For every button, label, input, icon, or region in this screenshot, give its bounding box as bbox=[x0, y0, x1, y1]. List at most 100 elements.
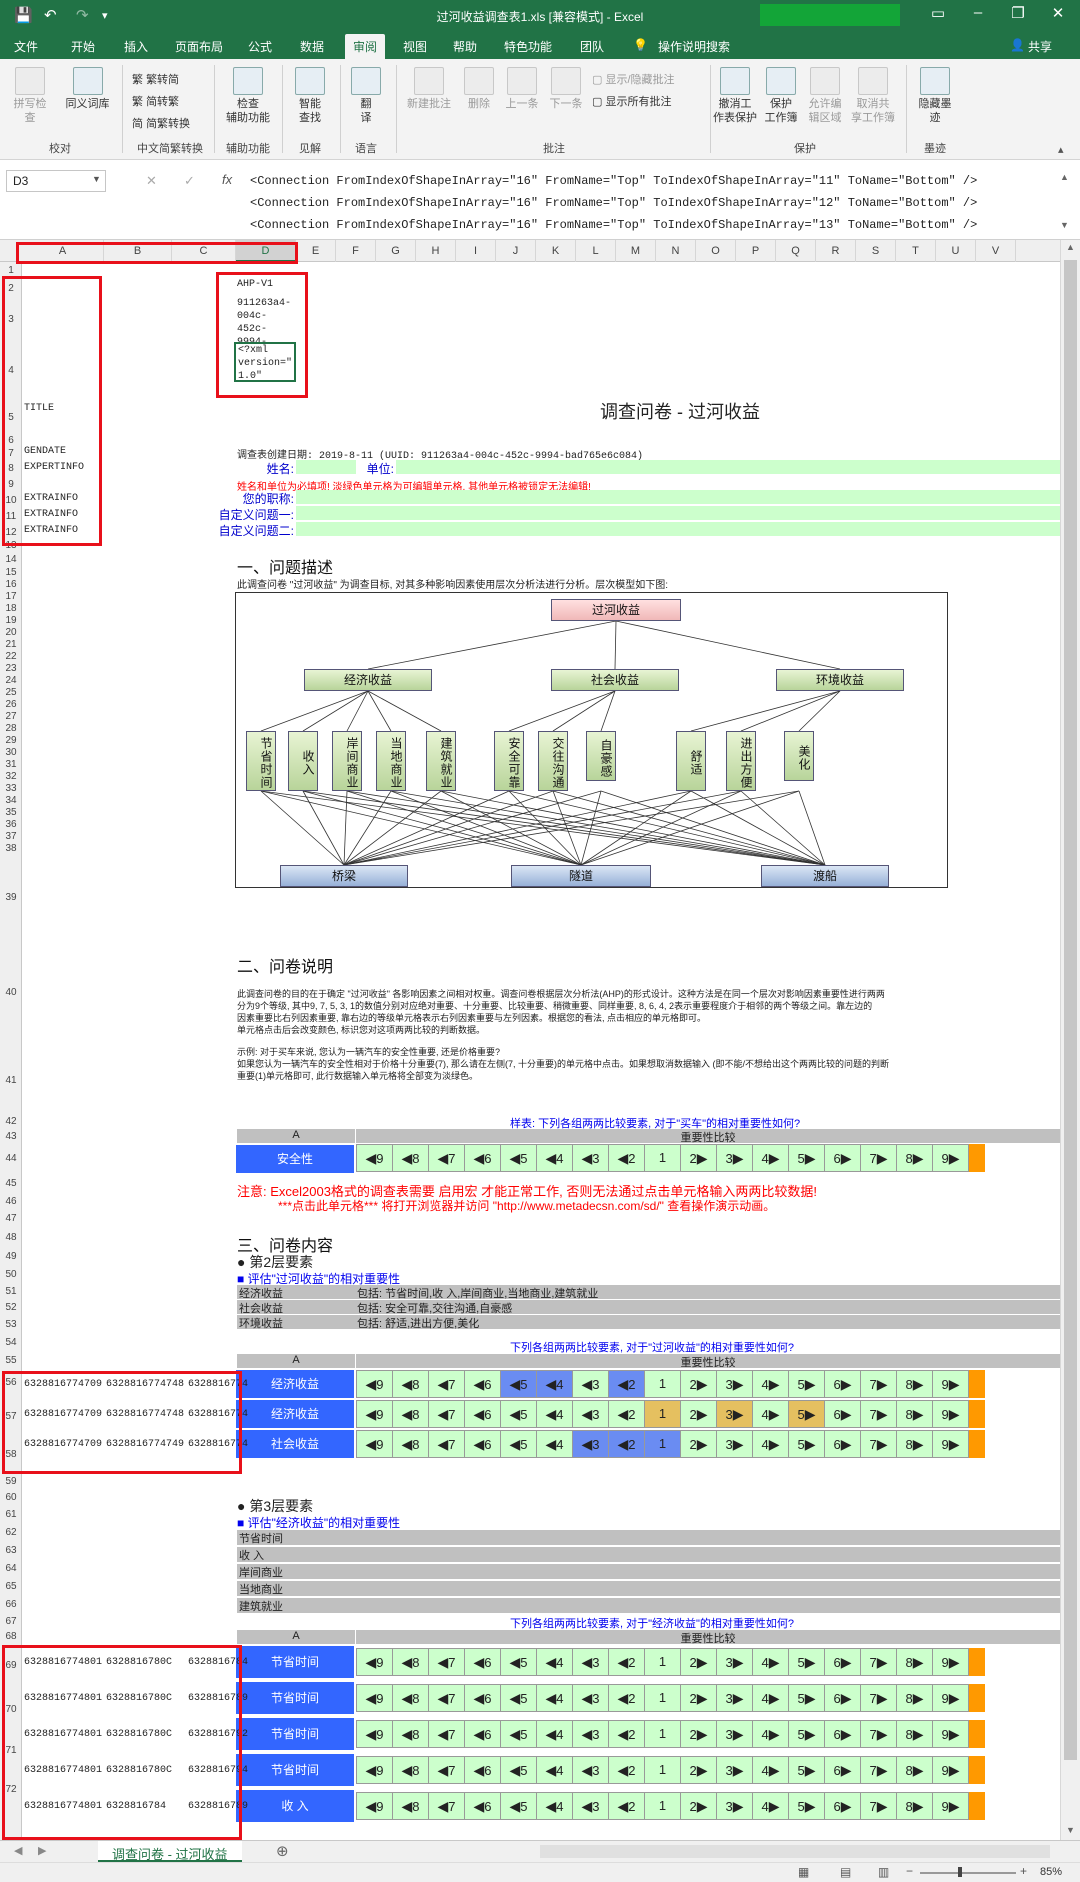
scale-cell[interactable]: ◀6 bbox=[464, 1144, 501, 1172]
column-header-i[interactable]: I bbox=[456, 240, 496, 262]
unprotect-sheet-button[interactable]: 撤消工 作表保护 bbox=[712, 67, 758, 125]
scale-cell[interactable]: 3▶ bbox=[716, 1370, 753, 1398]
scale-cell[interactable]: 5▶ bbox=[788, 1144, 825, 1172]
scale-cell[interactable]: ◀6 bbox=[464, 1756, 501, 1784]
simp-to-trad-button[interactable]: 繁 简转繁 bbox=[132, 93, 179, 109]
scale-cell[interactable]: 4▶ bbox=[752, 1792, 789, 1820]
row-header[interactable]: 41 bbox=[0, 1046, 22, 1115]
row-header[interactable]: 45 bbox=[0, 1174, 22, 1193]
scale-cell[interactable]: 3▶ bbox=[716, 1648, 753, 1676]
scale-cell[interactable]: 3▶ bbox=[716, 1720, 753, 1748]
scale-cell[interactable]: 9▶ bbox=[932, 1144, 969, 1172]
column-header-j[interactable]: J bbox=[496, 240, 536, 262]
row-header[interactable]: 53 bbox=[0, 1316, 22, 1333]
scale-cell[interactable]: ◀6 bbox=[464, 1684, 501, 1712]
scale-cell[interactable]: ◀9 bbox=[356, 1648, 393, 1676]
scale-cell[interactable]: 2▶ bbox=[680, 1400, 717, 1428]
scale-cell[interactable]: ◀2 bbox=[608, 1792, 645, 1820]
column-header-g[interactable]: G bbox=[376, 240, 416, 262]
scale-cell[interactable]: ◀8 bbox=[392, 1720, 429, 1748]
node-alt-ferry[interactable]: 渡船 bbox=[761, 865, 889, 887]
scale-cell[interactable]: 5▶ bbox=[788, 1684, 825, 1712]
node-factor[interactable]: 节省时间 bbox=[246, 731, 276, 791]
row-header[interactable]: 38 bbox=[0, 843, 22, 855]
customize-quick-access-icon[interactable]: ▾ bbox=[102, 9, 108, 22]
zoom-level[interactable]: 85% bbox=[1040, 1866, 1062, 1878]
scale-cell[interactable]: ◀4 bbox=[536, 1370, 573, 1398]
trad-to-simp-button[interactable]: 繁 繁转简 bbox=[132, 71, 179, 87]
account-badge[interactable] bbox=[760, 4, 900, 26]
scale-cell[interactable]: 1 bbox=[644, 1370, 681, 1398]
scale-cell[interactable]: ◀3 bbox=[572, 1144, 609, 1172]
scale-cell[interactable]: ◀6 bbox=[464, 1400, 501, 1428]
tab-home[interactable]: 开始 bbox=[71, 38, 95, 55]
row-header[interactable]: 55 bbox=[0, 1353, 22, 1368]
tab-special[interactable]: 特色功能 bbox=[504, 38, 552, 55]
column-header-t[interactable]: T bbox=[896, 240, 936, 262]
scale-cell[interactable]: ◀3 bbox=[572, 1648, 609, 1676]
scale-cell[interactable]: 3▶ bbox=[716, 1400, 753, 1428]
scroll-up-icon[interactable]: ▲ bbox=[1066, 242, 1075, 252]
scale-cell[interactable]: 1 bbox=[644, 1684, 681, 1712]
scale-cell[interactable]: ◀4 bbox=[536, 1400, 573, 1428]
row-header[interactable]: 67 bbox=[0, 1614, 22, 1630]
node-alt-tunnel[interactable]: 隧道 bbox=[511, 865, 651, 887]
custom1-input[interactable] bbox=[296, 506, 1060, 520]
row-header[interactable]: 29 bbox=[0, 735, 22, 747]
show-all-comments-button[interactable]: ▢ 显示所有批注 bbox=[592, 93, 671, 109]
row-header[interactable]: 52 bbox=[0, 1300, 22, 1316]
scale-cell[interactable]: 5▶ bbox=[788, 1400, 825, 1428]
scale-cell[interactable]: 9▶ bbox=[932, 1684, 969, 1712]
row-header[interactable]: 62 bbox=[0, 1524, 22, 1542]
scale-cell[interactable]: 3▶ bbox=[716, 1684, 753, 1712]
scale-cell[interactable]: ◀7 bbox=[428, 1648, 465, 1676]
scale-cell[interactable]: 8▶ bbox=[896, 1144, 933, 1172]
scale-cell[interactable]: 7▶ bbox=[860, 1684, 897, 1712]
scale-cell[interactable]: 5▶ bbox=[788, 1756, 825, 1784]
scale-cell[interactable]: ◀8 bbox=[392, 1684, 429, 1712]
unshare-workbook-button[interactable]: 取消共 享工作簿 bbox=[848, 67, 898, 125]
normal-view-icon[interactable]: ▦ bbox=[798, 1865, 809, 1879]
row-header[interactable]: 15 bbox=[0, 567, 22, 579]
scale-cell[interactable]: 2▶ bbox=[680, 1720, 717, 1748]
column-header-q[interactable]: Q bbox=[776, 240, 816, 262]
zoom-out-icon[interactable]: − bbox=[906, 1864, 913, 1878]
formula-line-2[interactable]: <Connection FromIndexOfShapeInArray="16"… bbox=[250, 196, 977, 210]
row-header[interactable]: 34 bbox=[0, 795, 22, 807]
custom2-input[interactable] bbox=[296, 522, 1060, 536]
scale-cell[interactable]: 1 bbox=[644, 1400, 681, 1428]
scale-cell[interactable]: 5▶ bbox=[788, 1648, 825, 1676]
scale-cell[interactable]: 4▶ bbox=[752, 1370, 789, 1398]
scale-cell[interactable]: 9▶ bbox=[932, 1370, 969, 1398]
scale-cell[interactable]: 4▶ bbox=[752, 1648, 789, 1676]
scale-cell[interactable]: 8▶ bbox=[896, 1756, 933, 1784]
redo-icon[interactable]: ↷ bbox=[76, 6, 89, 24]
scale-cell[interactable]: ◀9 bbox=[356, 1400, 393, 1428]
node-factor[interactable]: 美化 bbox=[784, 731, 814, 781]
row-header[interactable]: 47 bbox=[0, 1210, 22, 1228]
column-header-r[interactable]: R bbox=[816, 240, 856, 262]
node-factor[interactable]: 岸间商业 bbox=[332, 731, 362, 791]
scale-cell[interactable]: 4▶ bbox=[752, 1720, 789, 1748]
scale-cell[interactable]: 7▶ bbox=[860, 1370, 897, 1398]
scale-cell[interactable]: 4▶ bbox=[752, 1756, 789, 1784]
scale-cell[interactable]: ◀2 bbox=[608, 1684, 645, 1712]
prev-comment-button[interactable]: 上一条 bbox=[502, 67, 542, 111]
scale-cell[interactable]: 4▶ bbox=[752, 1430, 789, 1458]
scale-cell[interactable]: 9▶ bbox=[932, 1430, 969, 1458]
page-break-view-icon[interactable]: ▥ bbox=[878, 1865, 889, 1879]
scale-cell[interactable]: 3▶ bbox=[716, 1756, 753, 1784]
name-box-dropdown-icon[interactable]: ▼ bbox=[92, 174, 101, 184]
scale-cell[interactable]: 7▶ bbox=[860, 1648, 897, 1676]
scale-cell[interactable]: ◀8 bbox=[392, 1430, 429, 1458]
demo-link[interactable]: ***点击此单元格*** 将打开浏览器并访问 "http://www.metad… bbox=[278, 1197, 775, 1214]
tab-formulas[interactable]: 公式 bbox=[248, 38, 272, 55]
scale-cell[interactable]: ◀9 bbox=[356, 1792, 393, 1820]
collapse-ribbon-icon[interactable]: ▴ bbox=[1058, 143, 1064, 156]
scale-cell[interactable]: 7▶ bbox=[860, 1144, 897, 1172]
row-header[interactable]: 24 bbox=[0, 675, 22, 687]
scale-cell[interactable]: 2▶ bbox=[680, 1648, 717, 1676]
row-header[interactable]: 68 bbox=[0, 1630, 22, 1644]
node-factor[interactable]: 进出方便 bbox=[726, 731, 756, 791]
scale-cell[interactable]: 8▶ bbox=[896, 1370, 933, 1398]
